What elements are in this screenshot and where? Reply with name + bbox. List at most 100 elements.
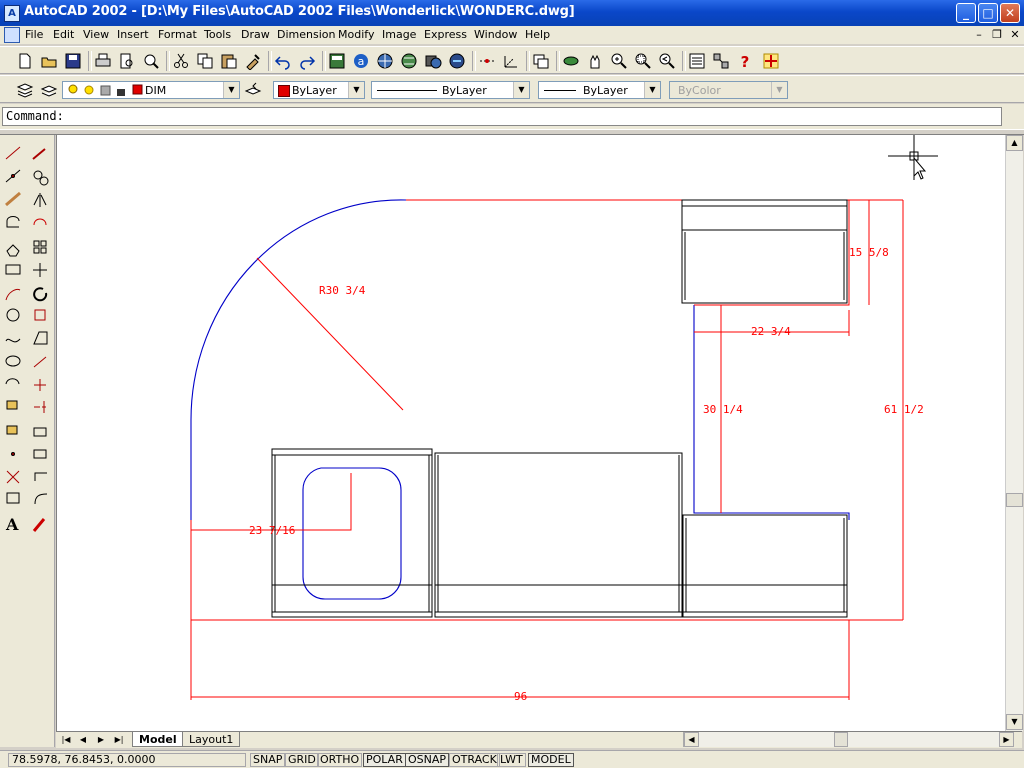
polar-toggle[interactable]: POLAR	[363, 753, 406, 767]
vertical-scroll-thumb[interactable]	[1006, 493, 1023, 507]
publish-icon[interactable]	[142, 52, 160, 70]
new-icon[interactable]	[16, 52, 34, 70]
autodesk-point-a-icon[interactable]: a	[352, 52, 370, 70]
ucs-icon[interactable]	[502, 52, 520, 70]
minimize-button[interactable]: _	[956, 3, 976, 23]
scroll-up-button[interactable]: ▲	[1006, 135, 1023, 151]
ellipse-icon	[5, 355, 21, 367]
undo-icon[interactable]	[274, 52, 292, 70]
doc-restore-button[interactable]: ❐	[990, 28, 1004, 41]
publish-web-icon[interactable]	[424, 52, 442, 70]
scroll-right-button[interactable]: ▶	[999, 732, 1014, 747]
menu-format[interactable]: Format	[158, 28, 197, 41]
tab-layout1[interactable]: Layout1	[182, 732, 241, 747]
copy-icon[interactable]	[196, 52, 214, 70]
previous-tab-button[interactable]: ◀	[75, 733, 91, 747]
lwt-toggle[interactable]: LWT	[497, 753, 526, 767]
last-tab-button[interactable]: ▶|	[111, 733, 127, 747]
vertical-scrollbar[interactable]: ▲ ▼	[1005, 135, 1023, 731]
first-tab-button[interactable]: |◀	[58, 733, 74, 747]
zoom-realtime-icon[interactable]	[610, 52, 628, 70]
next-tab-button[interactable]: ▶	[93, 733, 109, 747]
plotstyle-dropdown-arrow-icon: ▼	[771, 82, 787, 98]
drawing-area[interactable]: R30 3/4 15 5/8 22 3/4 30 1/4 61 1/2 23 7…	[56, 135, 1005, 731]
menu-help[interactable]: Help	[525, 28, 550, 41]
properties-icon[interactable]	[688, 52, 706, 70]
menu-file[interactable]: File	[25, 28, 43, 41]
tab-model[interactable]: Model	[132, 732, 184, 747]
pan-realtime-icon[interactable]	[586, 52, 604, 70]
close-button[interactable]: ✕	[1000, 3, 1020, 23]
horizontal-scroll-thumb[interactable]	[834, 732, 848, 747]
doc-close-button[interactable]: ✕	[1008, 28, 1022, 41]
menu-modify[interactable]: Modify	[338, 28, 374, 41]
named-views-icon[interactable]	[532, 52, 550, 70]
copy-object-icon	[39, 176, 49, 186]
print-icon[interactable]	[94, 52, 112, 70]
linetype-dropdown[interactable]: ByLayer ▼	[371, 81, 530, 99]
zoom-window-icon[interactable]	[634, 52, 652, 70]
horizontal-scrollbar[interactable]: ◀ ▶	[683, 732, 1014, 747]
layer-dropdown-arrow-icon[interactable]: ▼	[223, 82, 239, 98]
open-icon[interactable]	[40, 52, 58, 70]
osnap-toggle[interactable]: OSNAP	[405, 753, 450, 767]
document-icon[interactable]	[4, 27, 20, 43]
extend-icon	[34, 401, 46, 413]
lengthen-icon	[33, 356, 47, 368]
3d-orbit-icon[interactable]	[562, 52, 580, 70]
autocad-app-icon[interactable]: A	[4, 5, 20, 22]
object-snap-icon[interactable]	[478, 52, 496, 70]
model-space-toggle[interactable]: MODEL	[528, 753, 574, 767]
svg-text:a: a	[358, 55, 365, 68]
menu-express[interactable]: Express	[424, 28, 467, 41]
scroll-left-button[interactable]: ◀	[684, 732, 699, 747]
print-preview-icon[interactable]	[118, 52, 136, 70]
menu-draw[interactable]: Draw	[241, 28, 270, 41]
layer-name: DIM	[145, 84, 167, 97]
browse-web-icon[interactable]	[400, 52, 418, 70]
maximize-button[interactable]: □	[978, 3, 998, 23]
ortho-toggle[interactable]: ORTHO	[317, 753, 363, 767]
make-object-layer-current-icon[interactable]	[40, 81, 58, 99]
design-center-icon[interactable]	[712, 52, 730, 70]
express-tools-icon[interactable]	[762, 52, 780, 70]
window-title: AutoCAD 2002 - [D:\My Files\AutoCAD 2002…	[24, 4, 575, 19]
scroll-down-button[interactable]: ▼	[1006, 714, 1023, 730]
menu-edit[interactable]: Edit	[53, 28, 74, 41]
doc-minimize-button[interactable]: –	[972, 28, 986, 41]
coordinate-display[interactable]: 78.5978, 76.8453, 0.0000	[8, 753, 246, 767]
plotstyle-value: ByColor	[678, 84, 721, 97]
layer-previous-icon[interactable]	[244, 81, 262, 99]
ellipse-arc-icon	[5, 378, 20, 385]
help-icon[interactable]: ?	[736, 52, 754, 70]
cut-icon[interactable]	[172, 52, 190, 70]
menu-image[interactable]: Image	[382, 28, 416, 41]
grid-toggle[interactable]: GRID	[285, 753, 319, 767]
command-prompt: Command:	[6, 109, 64, 123]
otrack-toggle[interactable]: OTRACK	[449, 753, 500, 767]
layer-dropdown[interactable]: DIM ▼	[62, 81, 240, 99]
lineweight-dropdown-arrow-icon[interactable]: ▼	[644, 82, 660, 98]
lineweight-dropdown[interactable]: ByLayer ▼	[538, 81, 661, 99]
menu-tools[interactable]: Tools	[204, 28, 231, 41]
match-properties-icon[interactable]	[244, 52, 262, 70]
linetype-dropdown-arrow-icon[interactable]: ▼	[513, 82, 529, 98]
save-icon[interactable]	[64, 52, 82, 70]
layers-icon[interactable]	[16, 81, 34, 99]
menu-view[interactable]: View	[83, 28, 109, 41]
color-dropdown-arrow-icon[interactable]: ▼	[348, 82, 364, 98]
menu-insert[interactable]: Insert	[117, 28, 149, 41]
drawing-canvas[interactable]: R30 3/4 15 5/8 22 3/4 30 1/4 61 1/2 23 7…	[57, 135, 1005, 731]
today-icon[interactable]	[328, 52, 346, 70]
redo-icon[interactable]	[298, 52, 316, 70]
menu-window[interactable]: Window	[474, 28, 517, 41]
multiline-text-icon: A	[5, 515, 19, 534]
paste-icon[interactable]	[220, 52, 238, 70]
command-line[interactable]: Command:	[2, 107, 1002, 126]
snap-toggle[interactable]: SNAP	[250, 753, 286, 767]
zoom-previous-icon[interactable]	[658, 52, 676, 70]
color-dropdown[interactable]: ByLayer ▼	[273, 81, 365, 99]
globe-icon[interactable]	[376, 52, 394, 70]
menu-dimension[interactable]: Dimension	[277, 28, 335, 41]
hyperlink-icon[interactable]	[448, 52, 466, 70]
